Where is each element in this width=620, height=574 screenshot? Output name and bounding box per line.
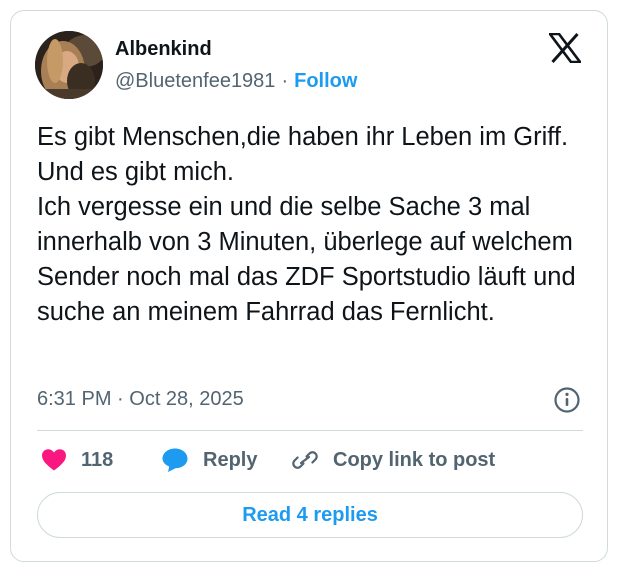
read-replies-button[interactable]: Read 4 replies — [37, 492, 583, 538]
author-handle[interactable]: @Bluetenfee1981 — [115, 70, 275, 92]
avatar-photo — [35, 31, 103, 99]
follow-button[interactable]: Follow — [294, 70, 357, 92]
copy-link-button[interactable]: Copy link to post — [291, 445, 495, 475]
likes-count: 118 — [81, 448, 114, 471]
author-name[interactable]: Albenkind — [115, 38, 212, 61]
copy-link-label: Copy link to post — [333, 448, 496, 471]
reply-button[interactable]: Reply — [161, 445, 257, 475]
divider — [37, 430, 583, 431]
tweet-card: Albenkind @Bluetenfee1981 · Follow Es gibt… — [10, 10, 608, 562]
heart-icon — [41, 448, 67, 472]
like-button[interactable]: 118 — [41, 445, 113, 475]
author-handle-line: @Bluetenfee1981 · Follow — [115, 70, 357, 93]
avatar[interactable] — [35, 31, 103, 99]
tweet-timestamp[interactable]: 6:31 PM · Oct 28, 2025 — [37, 388, 244, 411]
link-icon — [291, 447, 319, 473]
x-logo-icon[interactable] — [547, 32, 583, 64]
speech-bubble-icon — [161, 447, 189, 473]
tweet-text: Es gibt Menschen,die haben ihr Leben im … — [37, 123, 576, 326]
info-icon[interactable] — [553, 386, 581, 414]
reply-label: Reply — [203, 448, 258, 471]
separator-dot: · — [281, 70, 289, 92]
